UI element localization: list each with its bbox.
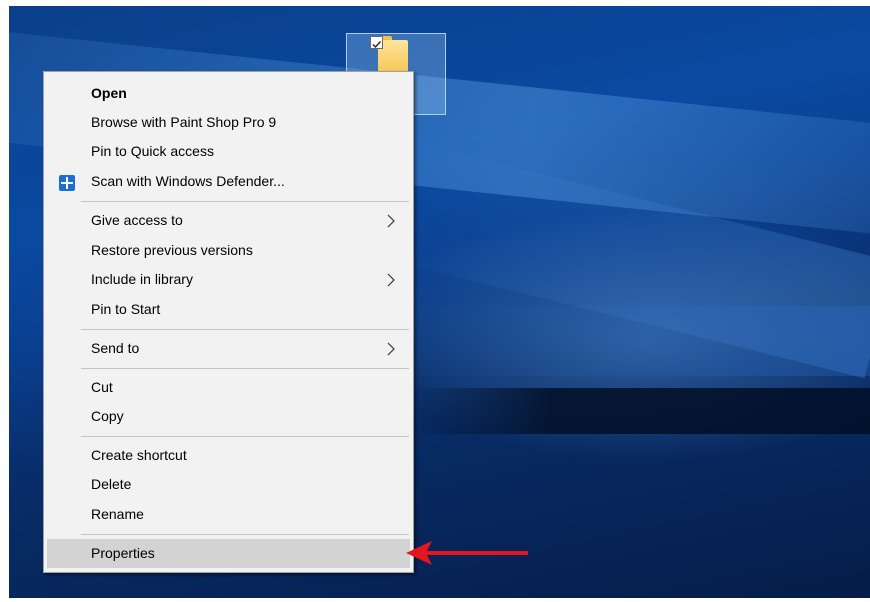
wallpaper-shadow-band: [409, 388, 870, 434]
menu-item-label: Open: [91, 85, 127, 101]
menu-item-delete[interactable]: Delete: [47, 470, 410, 499]
menu-item-label: Pin to Start: [91, 301, 161, 317]
menu-item-restore-previous[interactable]: Restore previous versions: [47, 236, 410, 265]
menu-item-label: Include in library: [91, 271, 193, 287]
menu-item-rename[interactable]: Rename: [47, 500, 410, 529]
menu-separator: [81, 436, 409, 437]
menu-item-open[interactable]: Open: [47, 79, 410, 108]
menu-item-create-shortcut[interactable]: Create shortcut: [47, 441, 410, 470]
menu-item-label: Browse with Paint Shop Pro 9: [91, 114, 277, 130]
checkmark-icon: [372, 41, 382, 49]
menu-item-properties[interactable]: Properties: [47, 539, 410, 568]
menu-item-label: Scan with Windows Defender...: [91, 173, 285, 189]
menu-item-label: Pin to Quick access: [91, 143, 214, 159]
menu-item-label: Rename: [91, 506, 144, 522]
menu-item-label: Restore previous versions: [91, 242, 253, 258]
menu-separator: [81, 201, 409, 202]
menu-item-send-to[interactable]: Send to: [47, 334, 410, 363]
menu-item-scan-defender[interactable]: Scan with Windows Defender...: [47, 167, 410, 196]
menu-item-pin-quick-access[interactable]: Pin to Quick access: [47, 137, 410, 166]
menu-item-label: Copy: [91, 408, 124, 424]
wallpaper-light-beam: [409, 306, 870, 376]
menu-separator: [81, 534, 409, 535]
menu-item-label: Cut: [91, 379, 113, 395]
context-menu: Open Browse with Paint Shop Pro 9 Pin to…: [43, 71, 414, 573]
windows-defender-icon: [58, 173, 76, 191]
chevron-right-icon: [387, 214, 395, 228]
menu-item-label: Send to: [91, 340, 140, 356]
red-arrow-annotation: [406, 541, 528, 565]
menu-item-pin-start[interactable]: Pin to Start: [47, 295, 410, 324]
menu-item-browse-paint-shop[interactable]: Browse with Paint Shop Pro 9: [47, 108, 410, 137]
menu-item-label: Properties: [91, 545, 155, 561]
menu-item-label: Delete: [91, 476, 132, 492]
checkbox-icon[interactable]: [370, 36, 383, 49]
chevron-right-icon: [387, 273, 395, 287]
menu-separator: [81, 368, 409, 369]
menu-item-label: Create shortcut: [91, 447, 187, 463]
menu-item-cut[interactable]: Cut: [47, 373, 410, 402]
menu-item-label: Give access to: [91, 212, 183, 228]
menu-item-copy[interactable]: Copy: [47, 402, 410, 431]
chevron-right-icon: [387, 342, 395, 356]
menu-separator: [81, 329, 409, 330]
menu-item-include-library[interactable]: Include in library: [47, 265, 410, 294]
menu-item-give-access[interactable]: Give access to: [47, 206, 410, 235]
